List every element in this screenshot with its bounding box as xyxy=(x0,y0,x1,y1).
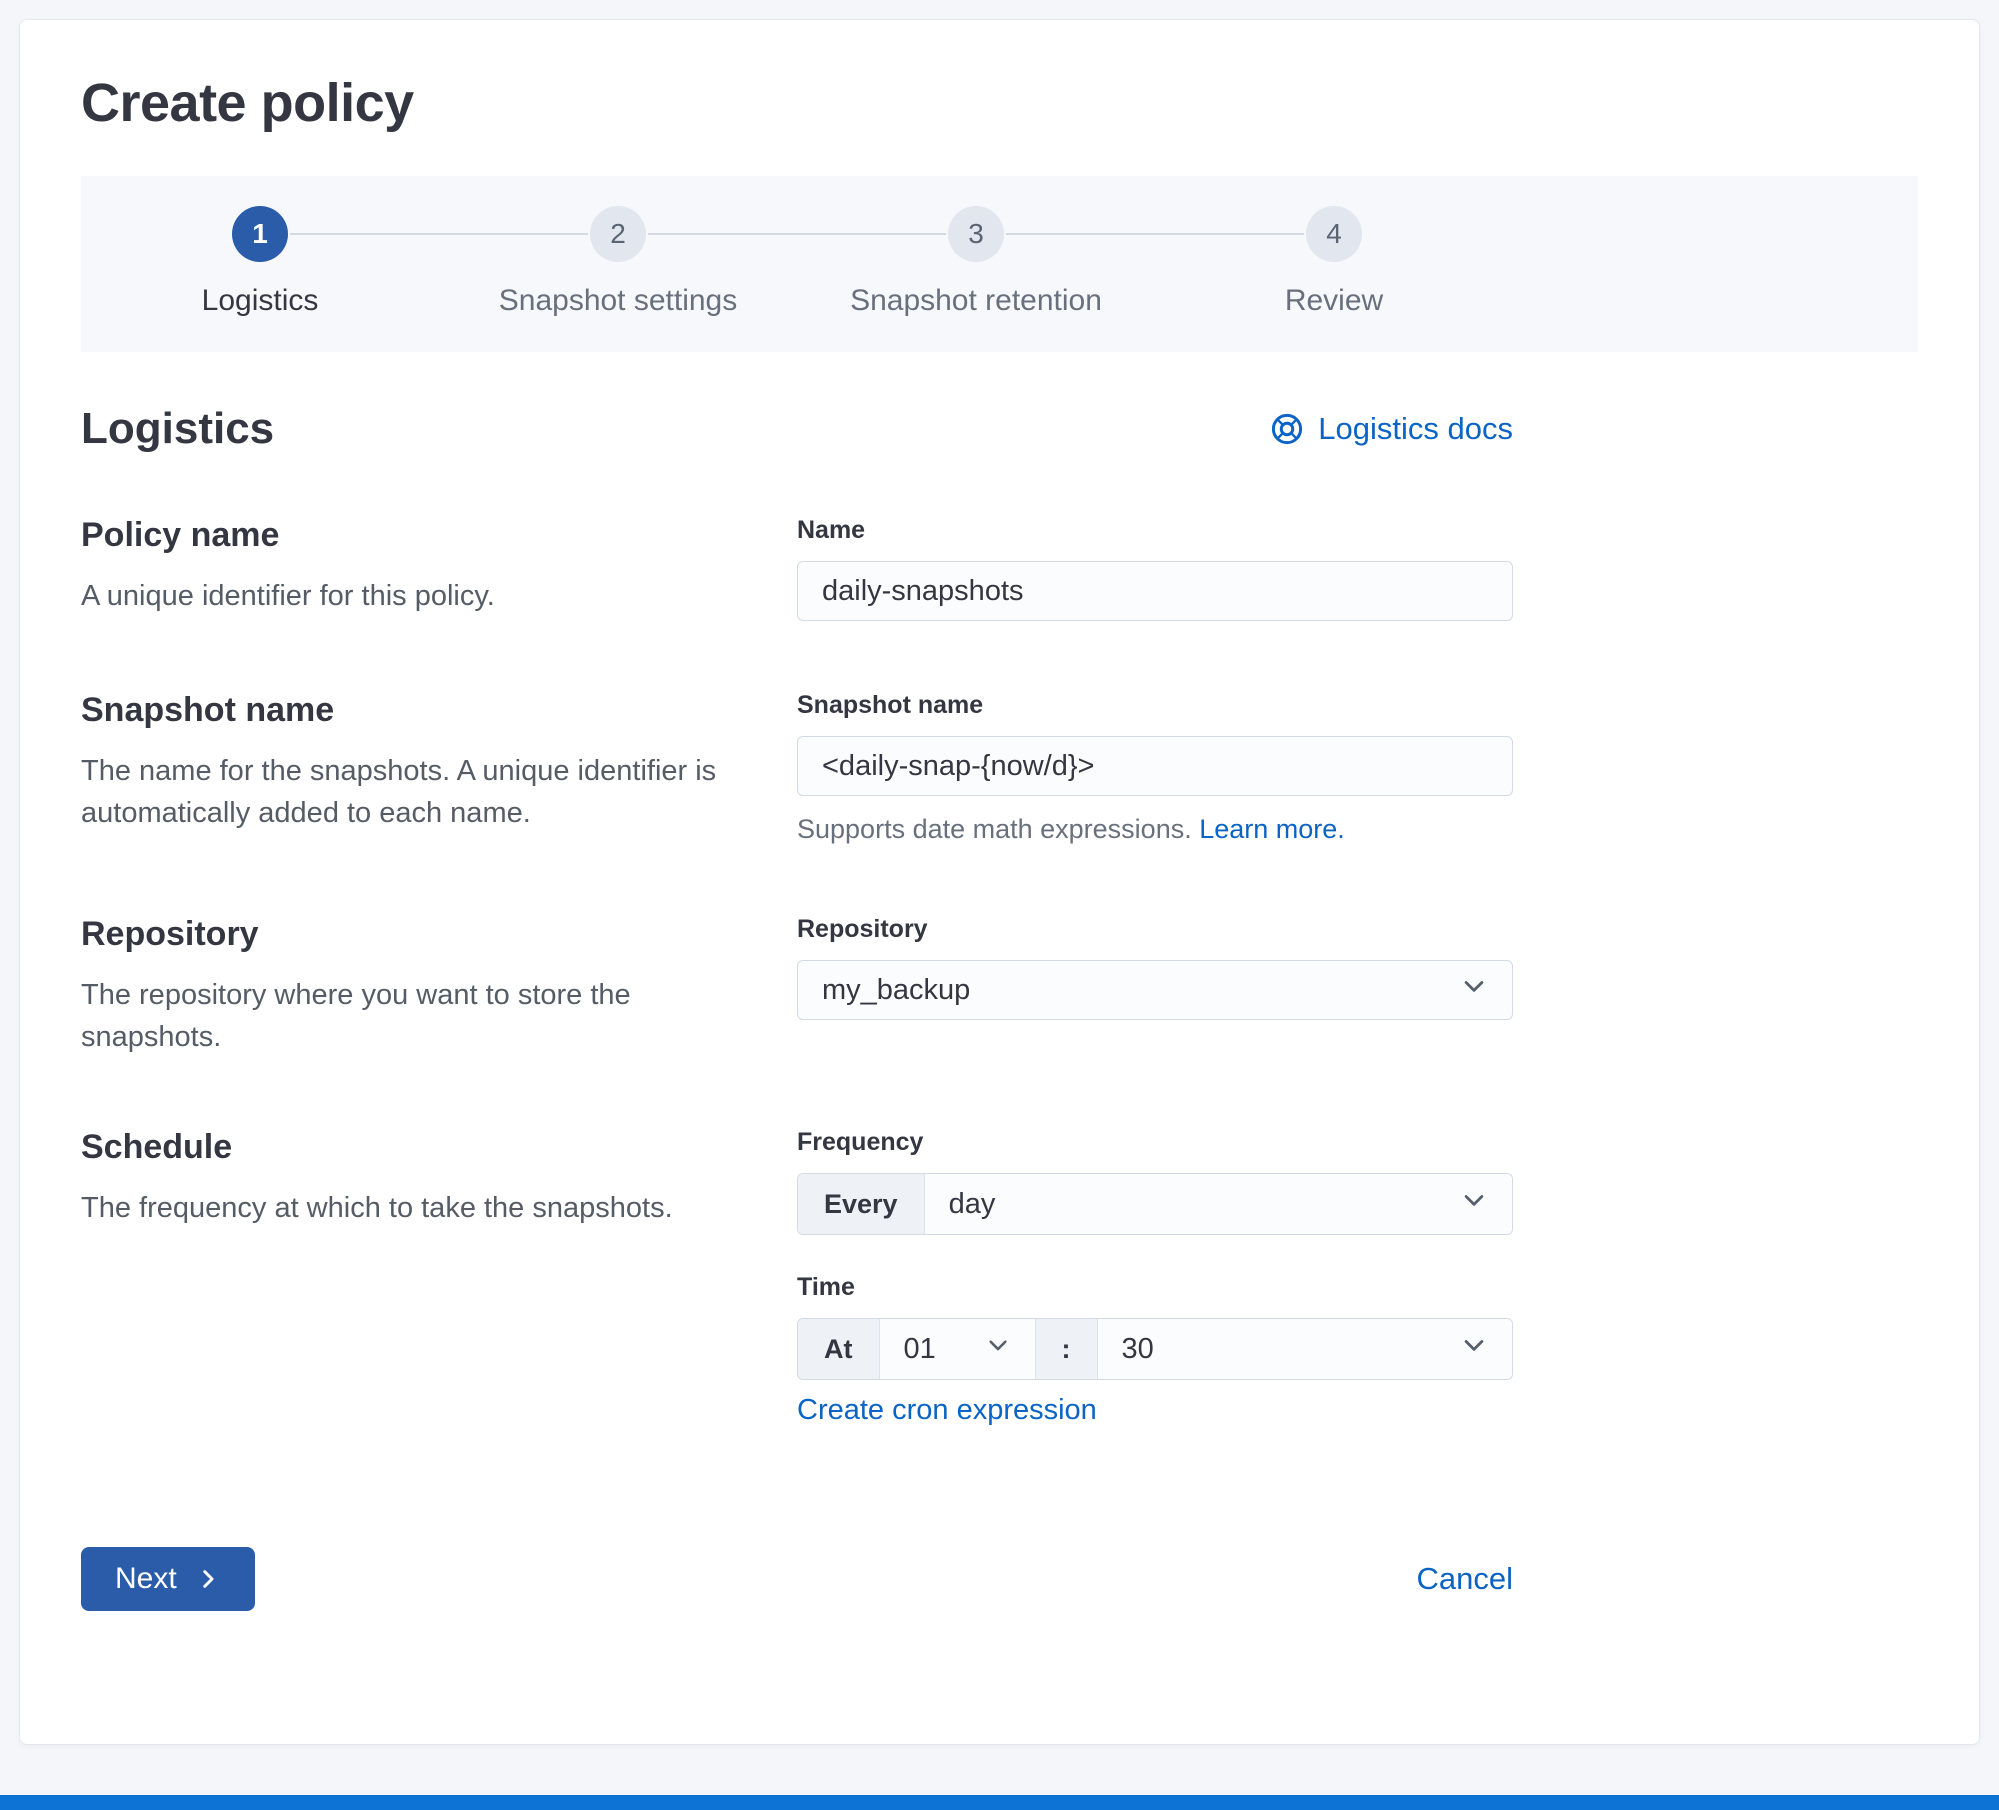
repository-select[interactable]: my_backup xyxy=(797,960,1513,1020)
schedule-fields: Frequency Every day Time At 01: 30 Crea… xyxy=(797,1128,1513,1427)
hour-select[interactable]: 01 xyxy=(879,1319,1036,1380)
page-title: Create policy xyxy=(81,73,414,133)
policy-name-input[interactable] xyxy=(797,561,1513,621)
frequency-group: Every day xyxy=(797,1173,1513,1236)
minute-selected-value: 30 xyxy=(1121,1332,1154,1365)
step-connector xyxy=(797,233,946,235)
step-review[interactable]: 4 Review xyxy=(1155,206,1513,318)
section-title: Logistics xyxy=(81,404,275,453)
frequency-select[interactable]: day xyxy=(924,1174,1512,1235)
step-track: 3 xyxy=(797,206,1155,262)
step-number-badge[interactable]: 4 xyxy=(1306,206,1362,262)
time-prepend-label: At xyxy=(798,1319,880,1380)
step-connector xyxy=(290,233,439,235)
snapshot-name-help-text: Supports date math expressions. Learn mo… xyxy=(797,814,1513,845)
repository-selected-value: my_backup xyxy=(822,973,971,1006)
steps-row: 1 Logistics 2 Snapshot settings 3 Snapsh… xyxy=(81,206,1513,318)
snapshot-name-input[interactable] xyxy=(797,736,1513,796)
docs-icon xyxy=(1270,412,1304,446)
section-header: Logistics Logistics docs xyxy=(81,404,1513,454)
chevron-down-icon xyxy=(1460,1331,1488,1367)
snapshot-name-fields: Snapshot name Supports date math express… xyxy=(797,691,1513,845)
frequency-prepend-label: Every xyxy=(798,1174,925,1235)
snapshot-name-title: Snapshot name xyxy=(81,691,335,729)
bottom-accent-bar xyxy=(0,1795,1999,1810)
chevron-down-icon xyxy=(1460,1186,1488,1222)
time-field: Time At 01 : 30 Create cron expression xyxy=(797,1273,1513,1427)
chevron-right-icon xyxy=(195,1566,221,1592)
hour-selected-value: 01 xyxy=(903,1332,936,1365)
policy-name-help: A unique identifier for this policy. xyxy=(81,580,495,612)
next-button-label: Next xyxy=(115,1562,177,1596)
frequency-field-label: Frequency xyxy=(797,1128,924,1157)
next-button[interactable]: Next xyxy=(81,1547,255,1612)
policy-name-description: Policy name A unique identifier for this… xyxy=(81,516,797,621)
step-label: Logistics xyxy=(201,284,319,317)
step-track: 2 xyxy=(439,206,797,262)
step-snapshot-settings[interactable]: 2 Snapshot settings xyxy=(439,206,797,318)
policy-name-fields: Name xyxy=(797,516,1513,621)
step-label: Snapshot retention xyxy=(850,284,1102,317)
time-field-label: Time xyxy=(797,1273,855,1302)
schedule-description: Schedule The frequency at which to take … xyxy=(81,1128,797,1427)
step-label: Snapshot settings xyxy=(498,284,738,317)
step-connector xyxy=(1006,233,1155,235)
help-text: Supports date math expressions. xyxy=(797,814,1200,844)
step-connector xyxy=(1364,233,1513,235)
step-connector xyxy=(1155,233,1304,235)
chevron-down-icon xyxy=(1460,972,1488,1008)
schedule-title: Schedule xyxy=(81,1128,233,1167)
step-track: 1 xyxy=(81,206,439,262)
repository-row: Repository The repository where you want… xyxy=(81,915,1513,1058)
snapshot-name-field-label: Snapshot name xyxy=(797,691,984,719)
step-connector xyxy=(81,233,230,235)
step-label: Review xyxy=(1284,284,1384,317)
chevron-down-icon xyxy=(985,1332,1011,1366)
minute-select[interactable]: 30 xyxy=(1097,1319,1512,1380)
repository-help: The repository where you want to store t… xyxy=(81,979,631,1054)
frequency-field: Frequency Every day xyxy=(797,1128,1513,1236)
docs-link-label: Logistics docs xyxy=(1318,411,1513,446)
repository-field-label: Repository xyxy=(797,915,928,943)
snapshot-name-row: Snapshot name The name for the snapshots… xyxy=(81,691,1513,845)
form-footer: Next Cancel xyxy=(81,1547,1514,1612)
logistics-docs-link[interactable]: Logistics docs xyxy=(1270,411,1513,447)
snapshot-name-description: Snapshot name The name for the snapshots… xyxy=(81,691,797,845)
schedule-row: Schedule The frequency at which to take … xyxy=(81,1128,1513,1427)
policy-name-title: Policy name xyxy=(81,516,280,554)
step-connector xyxy=(439,233,588,235)
frequency-selected-value: day xyxy=(948,1187,996,1220)
step-logistics[interactable]: 1 Logistics xyxy=(81,206,439,318)
step-connector xyxy=(648,233,797,235)
learn-more-link[interactable]: Learn more. xyxy=(1199,814,1345,844)
snapshot-name-help: The name for the snapshots. A unique ide… xyxy=(81,755,717,830)
step-number-badge[interactable]: 3 xyxy=(948,206,1004,262)
step-progress-bar: 1 Logistics 2 Snapshot settings 3 Snapsh… xyxy=(81,176,1918,352)
cancel-button[interactable]: Cancel xyxy=(1417,1561,1514,1597)
step-track: 4 xyxy=(1155,206,1513,262)
policy-name-row: Policy name A unique identifier for this… xyxy=(81,516,1513,621)
logistics-form: Policy name A unique identifier for this… xyxy=(81,516,1514,1612)
step-number-badge[interactable]: 1 xyxy=(232,206,288,262)
repository-description: Repository The repository where you want… xyxy=(81,915,797,1058)
schedule-help: The frequency at which to take the snaps… xyxy=(81,1192,673,1225)
create-cron-expression-link[interactable]: Create cron expression xyxy=(797,1394,1097,1427)
time-group: At 01 : 30 xyxy=(797,1318,1513,1381)
step-number-badge[interactable]: 2 xyxy=(590,206,646,262)
repository-fields: Repository my_backup xyxy=(797,915,1513,1058)
name-field-label: Name xyxy=(797,516,866,544)
step-snapshot-retention[interactable]: 3 Snapshot retention xyxy=(797,206,1155,318)
repository-title: Repository xyxy=(81,915,259,953)
create-policy-card: Create policy 1 Logistics 2 Snapshot set… xyxy=(19,19,1980,1745)
time-separator: : xyxy=(1035,1319,1098,1380)
